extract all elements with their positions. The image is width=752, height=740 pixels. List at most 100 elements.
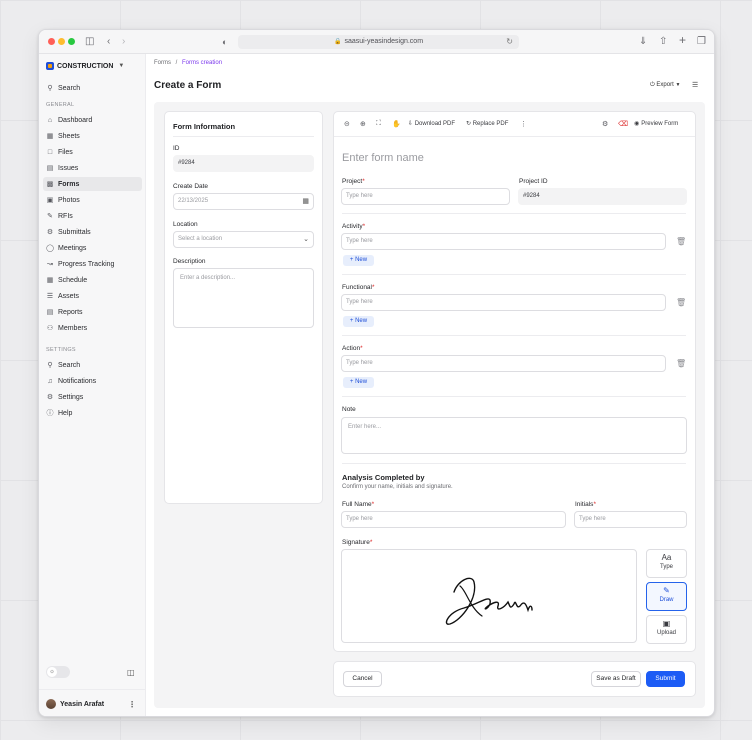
sidebar-item-members[interactable]: ⚇ Members xyxy=(43,321,142,335)
form-name-input[interactable]: Enter form name xyxy=(342,152,424,164)
signature-draw-option[interactable]: ✎ Draw xyxy=(646,582,687,611)
zoom-in-icon[interactable]: ⊕ xyxy=(360,120,366,128)
description-label: Description xyxy=(173,258,206,265)
issues-icon: ▤ xyxy=(46,165,54,172)
download-icon[interactable]: ⇓ xyxy=(639,35,647,49)
tabs-overview-icon[interactable]: ❐ xyxy=(697,35,706,49)
sidebar-item-help[interactable]: ⓘ Help xyxy=(43,406,142,420)
note-label: Note xyxy=(342,406,356,413)
share-icon[interactable]: ⇧ xyxy=(659,35,667,49)
submit-button[interactable]: Submit xyxy=(646,671,685,687)
sidebar-item-label: RFIs xyxy=(58,212,73,220)
download-pdf-button[interactable]: ⇩ Download PDF xyxy=(408,120,455,127)
breadcrumb-root[interactable]: Forms xyxy=(154,60,171,66)
theme-toggle[interactable]: ☼ xyxy=(46,666,70,678)
add-activity-button[interactable]: + New xyxy=(343,255,374,266)
sidebar-item-schedule[interactable]: ▦ Schedule xyxy=(43,273,142,287)
url-text: saasui-yeasindesign.com xyxy=(344,38,424,45)
signature-pad[interactable] xyxy=(341,549,637,643)
project-input[interactable]: Type here xyxy=(341,188,510,205)
sidebar-item-submittals[interactable]: ⚙ Submittals xyxy=(43,225,142,239)
add-functional-button[interactable]: + New xyxy=(343,316,374,327)
sidebar-item-photos[interactable]: ▣ Photos xyxy=(43,193,142,207)
bell-icon: ♫ xyxy=(47,377,53,385)
action-input[interactable]: Type here xyxy=(341,355,666,372)
functional-label: Functional* xyxy=(342,284,375,291)
gear-icon[interactable]: ⚙ xyxy=(602,120,608,128)
note-textarea[interactable]: Enter here... xyxy=(341,417,687,454)
activity-input[interactable]: Type here xyxy=(341,233,666,250)
address-bar[interactable]: 🔒 saasui-yeasindesign.com ↻ xyxy=(238,35,519,49)
description-textarea[interactable]: Enter a description... xyxy=(173,268,314,328)
sidebar-search[interactable]: ⚲ Search xyxy=(43,81,142,95)
photo-icon: ▣ xyxy=(46,197,54,204)
more-vertical-icon[interactable]: ⋮ xyxy=(520,120,527,128)
sidebar-item-issues[interactable]: ▤ Issues xyxy=(43,161,142,175)
sidebar-item-dashboard[interactable]: ⌂ Dashboard xyxy=(43,113,142,127)
sidebar-item-settings[interactable]: ⚙ Settings xyxy=(43,390,142,404)
trash-icon[interactable]: ⌫ xyxy=(618,120,628,128)
cancel-button[interactable]: Cancel xyxy=(343,671,382,687)
location-select[interactable]: Select a location ⌄ xyxy=(173,231,314,248)
zoom-out-icon[interactable]: ⊝ xyxy=(344,120,350,128)
fit-screen-icon[interactable]: ⛶ xyxy=(376,120,381,128)
id-field: #9284 xyxy=(173,155,314,172)
save-as-draft-button[interactable]: Save as Draft xyxy=(591,671,641,687)
sidebar-item-label: Search xyxy=(58,84,81,92)
maximize-window-button[interactable] xyxy=(68,38,75,45)
signature-upload-option[interactable]: ▣ Upload xyxy=(646,615,687,644)
minimize-window-button[interactable] xyxy=(58,38,65,45)
options-icon[interactable]: ☰ xyxy=(692,81,698,89)
delete-activity-icon[interactable]: 🗑 xyxy=(676,237,686,246)
user-profile[interactable]: Yeasin Arafat ⋮ xyxy=(39,689,145,716)
back-icon[interactable]: ‹ xyxy=(107,35,110,49)
sidebar-toggle-icon[interactable]: ◫ xyxy=(85,35,94,49)
browser-titlebar: ◫ ‹ › ◐ 🔒 saasui-yeasindesign.com ↻ ⇓ ⇧ +… xyxy=(39,30,714,54)
chevron-down-icon: ▼ xyxy=(118,63,125,69)
new-tab-icon[interactable]: + xyxy=(679,33,686,47)
privacy-shield-icon[interactable]: ◐ xyxy=(222,35,227,49)
sidebar-item-label: Settings xyxy=(58,393,84,401)
forward-icon[interactable]: › xyxy=(122,35,125,49)
collapse-sidebar-icon[interactable]: ◫ xyxy=(127,668,135,677)
sidebar-item-meetings[interactable]: ◯ Meetings xyxy=(43,241,142,255)
calendar-icon: ▦ xyxy=(46,277,54,284)
delete-functional-icon[interactable]: 🗑 xyxy=(676,298,686,307)
sidebar-item-label: Schedule xyxy=(58,276,88,284)
sidebar-item-rfis[interactable]: ✎ RFIs xyxy=(43,209,142,223)
preview-form-button[interactable]: ◉ Preview Form xyxy=(634,120,678,127)
close-window-button[interactable] xyxy=(48,38,55,45)
add-action-button[interactable]: + New xyxy=(343,377,374,388)
hand-tool-icon[interactable]: ✋ xyxy=(392,120,401,128)
sidebar-item-sheets[interactable]: ▦ Sheets xyxy=(43,129,142,143)
workspace-switcher[interactable]: CONSTRUCTION ▼ xyxy=(46,62,124,70)
more-vertical-icon[interactable]: ⋮ xyxy=(128,700,136,709)
export-button[interactable]: ⏻ Export ▼ xyxy=(650,82,680,89)
signature-upload-label: Upload xyxy=(656,630,676,636)
reload-icon[interactable]: ↻ xyxy=(506,35,513,49)
sidebar-item-reports[interactable]: ▤ Reports xyxy=(43,305,142,319)
eye-icon: ◉ xyxy=(634,121,640,127)
full-name-input[interactable]: Type here xyxy=(341,511,566,528)
functional-input[interactable]: Type here xyxy=(341,294,666,311)
location-placeholder: Select a location xyxy=(178,236,223,242)
create-date-value: 22/13/2025 xyxy=(178,198,209,204)
breadcrumb-separator: / xyxy=(175,60,178,66)
sidebar-item-files[interactable]: □ Files xyxy=(43,145,142,159)
sidebar-item-assets[interactable]: ☰ Assets xyxy=(43,289,142,303)
initials-input[interactable]: Type here xyxy=(574,511,687,528)
sidebar-item-notifications[interactable]: ♫ Notifications xyxy=(43,374,142,388)
delete-action-icon[interactable]: 🗑 xyxy=(676,359,686,368)
sheets-icon: ▦ xyxy=(46,133,54,140)
sidebar-item-search[interactable]: ⚲ Search xyxy=(43,358,142,372)
create-date-field[interactable]: 22/13/2025 ▦ xyxy=(173,193,314,210)
sidebar-item-label: Reports xyxy=(58,308,83,316)
sidebar-item-label: Assets xyxy=(58,292,80,300)
gear-icon: ⚙ xyxy=(46,394,54,401)
signature-type-option[interactable]: Aa Type xyxy=(646,549,687,578)
sidebar-item-label: Submittals xyxy=(58,228,91,236)
replace-pdf-button[interactable]: ↻ Replace PDF xyxy=(466,120,508,127)
calendar-icon[interactable]: ▦ xyxy=(302,194,309,209)
sidebar-item-forms[interactable]: ▩ Forms xyxy=(43,177,142,191)
sidebar-item-progress-tracking[interactable]: ↝ Progress Tracking xyxy=(43,257,142,271)
